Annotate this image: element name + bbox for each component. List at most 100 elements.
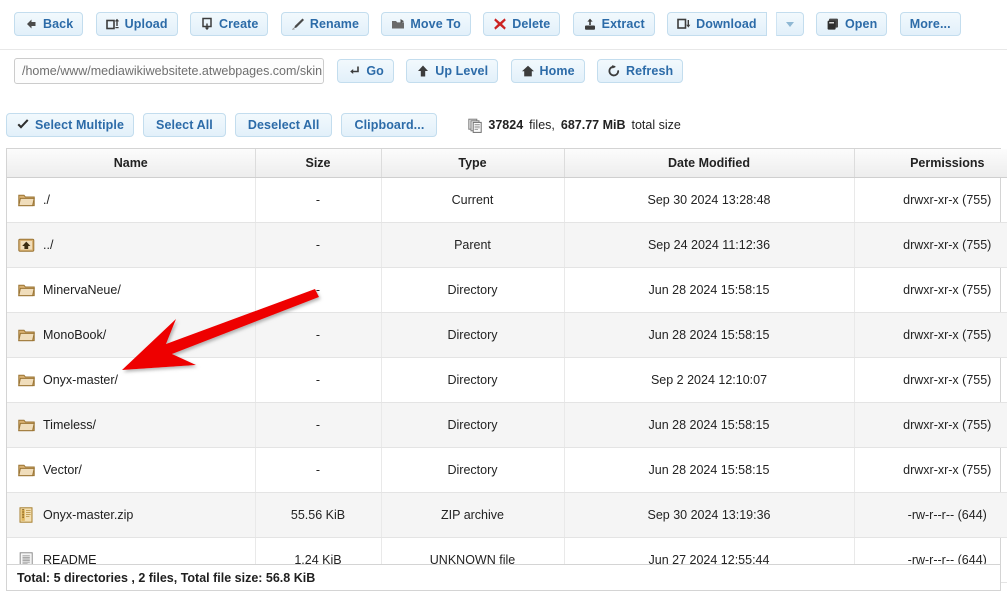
selection-bar: Select Multiple Select All Deselect All …	[0, 108, 1007, 142]
cell-name[interactable]: Onyx-master/	[7, 358, 255, 403]
upload-button[interactable]: Upload	[96, 12, 178, 36]
back-button[interactable]: Back	[14, 12, 83, 36]
column-header-permissions[interactable]: Permissions	[854, 149, 1007, 178]
column-header-size[interactable]: Size	[255, 149, 381, 178]
cell-permissions: drwxr-xr-x (755)	[854, 313, 1007, 358]
column-header-type[interactable]: Type	[381, 149, 564, 178]
table-row[interactable]: ../ -ParentSep 24 2024 11:12:36drwxr-xr-x…	[7, 223, 1007, 268]
chevron-down-icon	[786, 22, 794, 27]
select-multiple-button[interactable]: Select Multiple	[6, 113, 134, 137]
home-button[interactable]: Home	[511, 59, 585, 83]
back-button-label: Back	[43, 13, 73, 35]
table-row[interactable]: Vector/-DirectoryJun 28 2024 15:58:15drw…	[7, 448, 1007, 493]
cell-name[interactable]: Timeless/	[7, 403, 255, 448]
table-row[interactable]: MonoBook/-DirectoryJun 28 2024 15:58:15d…	[7, 313, 1007, 358]
table-row[interactable]: ./-CurrentSep 30 2024 13:28:48drwxr-xr-x…	[7, 178, 1007, 223]
move-folder-icon	[391, 17, 405, 31]
download-icon	[677, 17, 691, 31]
more-button-label: More...	[910, 13, 951, 35]
file-table-body: ./-CurrentSep 30 2024 13:28:48drwxr-xr-x…	[7, 178, 1007, 583]
move-to-button[interactable]: Move To	[381, 12, 470, 36]
cell-permissions: drwxr-xr-x (755)	[854, 223, 1007, 268]
cell-permissions: drwxr-xr-x (755)	[854, 403, 1007, 448]
cell-type: Directory	[381, 448, 564, 493]
file-name-label: Timeless/	[43, 418, 96, 432]
cell-name[interactable]: MonoBook/	[7, 313, 255, 358]
open-button[interactable]: Open	[816, 12, 887, 36]
table-row[interactable]: MinervaNeue/-DirectoryJun 28 2024 15:58:…	[7, 268, 1007, 313]
folder-icon	[18, 372, 35, 388]
table-row[interactable]: Onyx-master/-DirectorySep 2 2024 12:10:0…	[7, 358, 1007, 403]
folder-up-icon	[18, 237, 35, 253]
file-count: 37824	[488, 118, 523, 132]
path-input[interactable]: /home/www/mediawikiwebsitete.atwebpages.…	[14, 58, 324, 84]
download-split-button: Download	[667, 12, 804, 36]
open-box-icon	[826, 17, 840, 31]
delete-button[interactable]: Delete	[483, 12, 560, 36]
up-level-button-label: Up Level	[435, 60, 488, 82]
cell-date-modified: Sep 24 2024 11:12:36	[564, 223, 854, 268]
rename-button-label: Rename	[310, 13, 359, 35]
cell-type: Parent	[381, 223, 564, 268]
download-button-label: Download	[696, 13, 757, 35]
cell-type: Directory	[381, 268, 564, 313]
cell-permissions: drwxr-xr-x (755)	[854, 178, 1007, 223]
cell-size: -	[255, 358, 381, 403]
pencil-icon	[291, 17, 305, 31]
cell-size: -	[255, 223, 381, 268]
cell-type: Directory	[381, 313, 564, 358]
home-icon	[521, 64, 535, 78]
select-all-button[interactable]: Select All	[143, 113, 226, 137]
copy-pages-icon	[468, 118, 482, 132]
folder-icon	[18, 462, 35, 478]
table-row[interactable]: Onyx-master.zip55.56 KiBZIP archiveSep 3…	[7, 493, 1007, 538]
move-to-button-label: Move To	[410, 13, 460, 35]
download-button[interactable]: Download	[667, 12, 767, 36]
column-header-name[interactable]: Name	[7, 149, 255, 178]
cell-date-modified: Jun 28 2024 15:58:15	[564, 268, 854, 313]
file-count-suffix: files,	[529, 118, 555, 132]
go-button[interactable]: Go	[337, 59, 394, 83]
table-row[interactable]: Timeless/-DirectoryJun 28 2024 15:58:15d…	[7, 403, 1007, 448]
folder-icon	[18, 417, 35, 433]
column-header-date-modified[interactable]: Date Modified	[564, 149, 854, 178]
more-button[interactable]: More...	[900, 12, 961, 36]
cell-size: -	[255, 448, 381, 493]
main-toolbar: Back Upload Create	[0, 0, 1007, 50]
cell-permissions: drwxr-xr-x (755)	[854, 268, 1007, 313]
file-name-label: ../	[43, 238, 53, 252]
folder-icon	[18, 327, 35, 343]
cell-type: Directory	[381, 403, 564, 448]
cell-date-modified: Jun 28 2024 15:58:15	[564, 448, 854, 493]
extract-button[interactable]: Extract	[573, 12, 655, 36]
file-name-label: ./	[43, 193, 50, 207]
cell-name[interactable]: ../	[7, 223, 255, 268]
cell-size: -	[255, 403, 381, 448]
create-button-label: Create	[219, 13, 259, 35]
download-dropdown-toggle[interactable]	[776, 12, 804, 36]
up-level-button[interactable]: Up Level	[406, 59, 498, 83]
folder-icon	[18, 192, 35, 208]
refresh-button[interactable]: Refresh	[597, 59, 683, 83]
cell-size: 55.56 KiB	[255, 493, 381, 538]
cell-size: -	[255, 313, 381, 358]
create-button[interactable]: Create	[190, 12, 269, 36]
cell-permissions: -rw-r--r-- (644)	[854, 493, 1007, 538]
cell-date-modified: Sep 30 2024 13:19:36	[564, 493, 854, 538]
cell-name[interactable]: MinervaNeue/	[7, 268, 255, 313]
cell-name[interactable]: Vector/	[7, 448, 255, 493]
rename-button[interactable]: Rename	[281, 12, 369, 36]
cell-permissions: drwxr-xr-x (755)	[854, 448, 1007, 493]
cell-name[interactable]: ./	[7, 178, 255, 223]
deselect-all-button[interactable]: Deselect All	[235, 113, 333, 137]
home-button-label: Home	[540, 60, 575, 82]
status-bar: Total: 5 directories , 2 files, Total fi…	[6, 564, 1001, 591]
cell-name[interactable]: Onyx-master.zip	[7, 493, 255, 538]
file-name-label: MinervaNeue/	[43, 283, 121, 297]
open-button-label: Open	[845, 13, 877, 35]
upload-button-label: Upload	[125, 13, 168, 35]
cell-size: -	[255, 178, 381, 223]
cell-permissions: drwxr-xr-x (755)	[854, 358, 1007, 403]
path-bar: /home/www/mediawikiwebsitete.atwebpages.…	[0, 58, 1007, 100]
clipboard-button[interactable]: Clipboard...	[341, 113, 437, 137]
